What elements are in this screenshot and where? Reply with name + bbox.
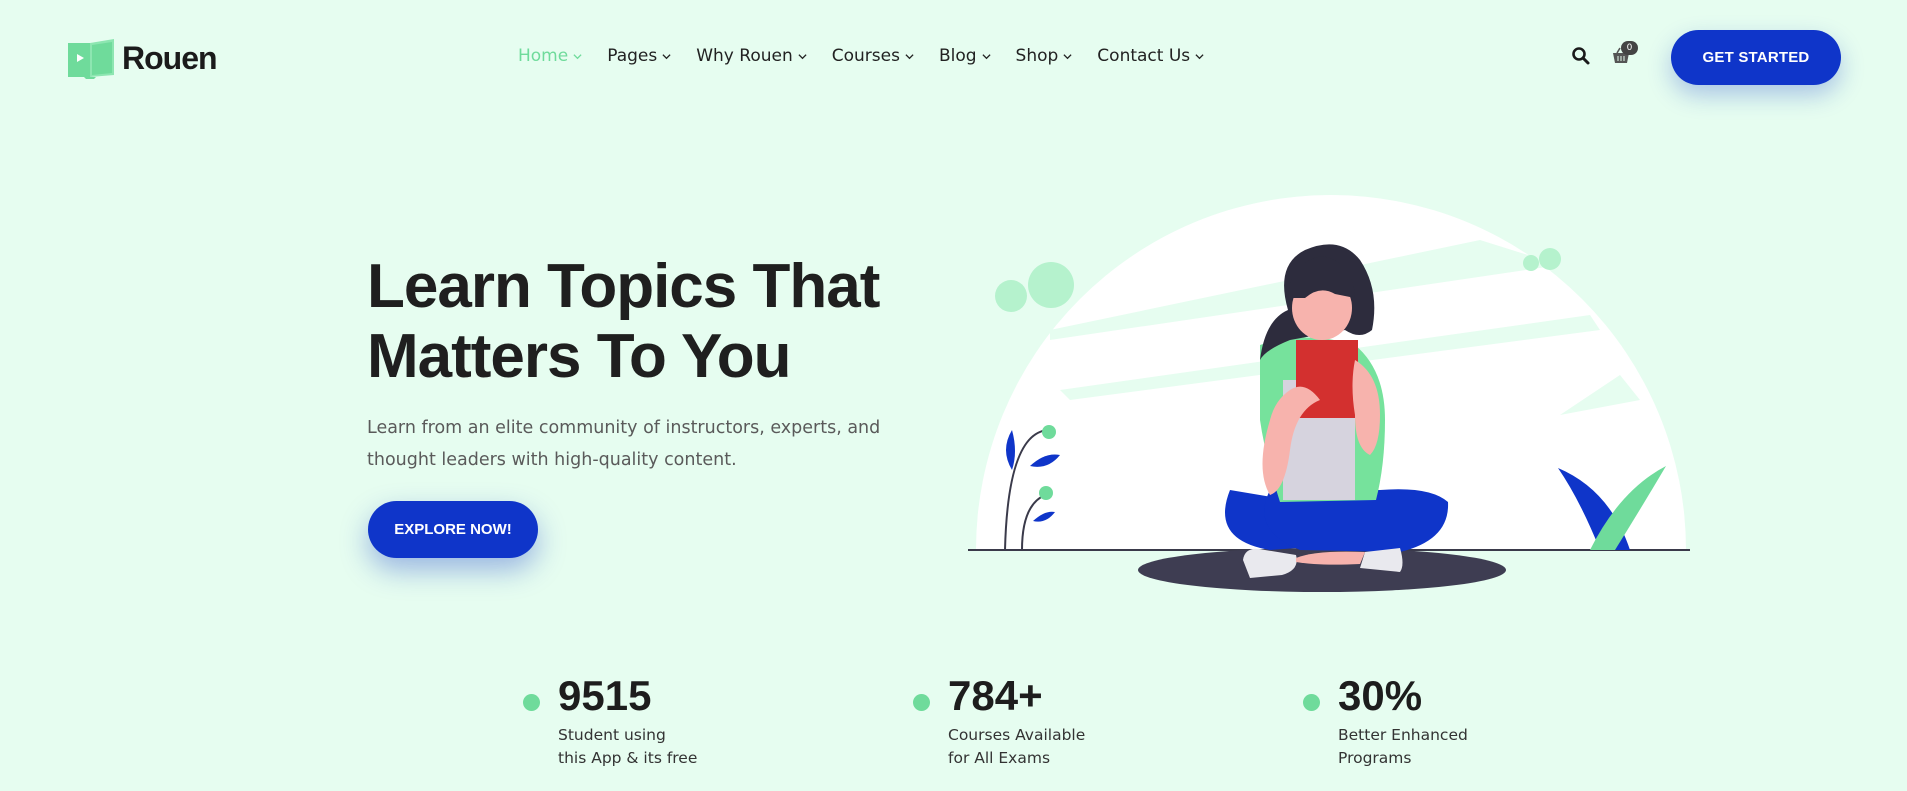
nav-item-pages[interactable]: Pages	[607, 46, 671, 66]
stat-label-line2: for All Exams	[948, 749, 1051, 767]
chevron-down-icon	[981, 53, 991, 59]
nav-item-label: Contact Us	[1097, 46, 1191, 66]
search-icon[interactable]	[1571, 46, 1591, 66]
stat-label-line1: Better Enhanced	[1338, 726, 1468, 744]
hero-subtitle-line1: Learn from an elite community of instruc…	[367, 418, 881, 438]
logo-book-icon	[68, 39, 114, 79]
stat-dot	[523, 694, 540, 711]
stat-label: Better Enhanced Programs	[1338, 724, 1538, 770]
hero-subtitle-line2: thought leaders with high-quality conten…	[367, 450, 737, 470]
chevron-down-icon	[1063, 53, 1072, 59]
nav-item-home[interactable]: Home	[518, 46, 582, 66]
main-nav: Home Pages Why Rouen Courses Blog Shop C…	[518, 46, 1229, 66]
chevron-down-icon	[1195, 53, 1204, 59]
explore-now-button[interactable]: EXPLORE NOW!	[368, 501, 538, 558]
nav-item-why-rouen[interactable]: Why Rouen	[696, 46, 807, 66]
stat-value: 9515	[558, 672, 652, 719]
nav-item-shop[interactable]: Shop	[1016, 46, 1073, 66]
chevron-down-icon	[905, 53, 914, 59]
hero-title-line2: Matters To You	[367, 322, 791, 391]
get-started-button[interactable]: GET STARTED	[1671, 30, 1841, 85]
nav-item-courses[interactable]: Courses	[832, 46, 914, 66]
stat-value: 784+	[948, 672, 1043, 719]
nav-item-label: Pages	[607, 46, 658, 66]
hero-title-line1: Learn Topics That	[367, 252, 880, 321]
hero-illustration	[968, 195, 1690, 592]
stat-label: Student using this App & its free	[558, 724, 758, 770]
nav-item-label: Blog	[938, 46, 977, 66]
chevron-down-icon	[662, 53, 671, 59]
stat-label-line2: Programs	[1338, 749, 1412, 767]
stat-dot	[913, 694, 930, 711]
stat-value: 30%	[1338, 672, 1423, 719]
chevron-down-icon	[573, 53, 582, 59]
hero-title: Learn Topics That Matters To You	[367, 252, 927, 392]
nav-item-blog[interactable]: Blog	[939, 46, 991, 66]
nav-item-label: Home	[518, 46, 569, 66]
logo-text: Rouen	[122, 39, 218, 76]
nav-item-label: Why Rouen	[696, 46, 793, 66]
site-header: Rouen Home Pages Why Rouen Courses Blog …	[0, 0, 1907, 116]
stat-label-line1: Student using	[558, 726, 666, 744]
chevron-down-icon	[798, 53, 807, 59]
hero-subtitle: Learn from an elite community of instruc…	[367, 412, 887, 476]
cart-count-badge: 0	[1621, 41, 1638, 55]
stat-dot	[1303, 694, 1320, 711]
stat-label-line2: this App & its free	[558, 749, 698, 767]
logo[interactable]: Rouen	[68, 37, 218, 79]
nav-item-label: Courses	[831, 46, 900, 66]
stat-label-line1: Courses Available	[948, 726, 1086, 744]
nav-item-contact-us[interactable]: Contact Us	[1097, 46, 1204, 66]
nav-item-label: Shop	[1015, 46, 1059, 66]
stat-label: Courses Available for All Exams	[948, 724, 1148, 770]
